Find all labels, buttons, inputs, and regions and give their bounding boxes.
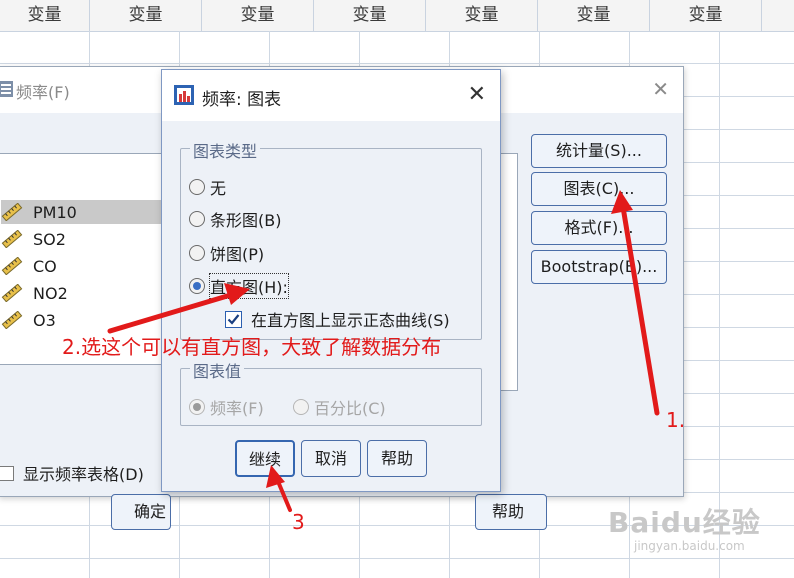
watermark-url: jingyan.baidu.com <box>634 539 745 553</box>
arrow-to-histogram-option <box>107 283 250 334</box>
arrow-to-continue-button <box>266 465 292 512</box>
annotation-step-3: 3 <box>292 510 305 534</box>
watermark-logo-text: Baidu经验 <box>608 506 761 539</box>
annotation-note: 2.选这个可以有直方图，大致了解数据分布 <box>62 335 442 359</box>
baidu-watermark: Baidu经验 jingyan.baidu.com <box>608 501 761 553</box>
arrow-to-charts-button <box>611 190 660 416</box>
annotation-step-1: 1. <box>666 408 686 432</box>
annotation-arrows <box>107 190 660 512</box>
